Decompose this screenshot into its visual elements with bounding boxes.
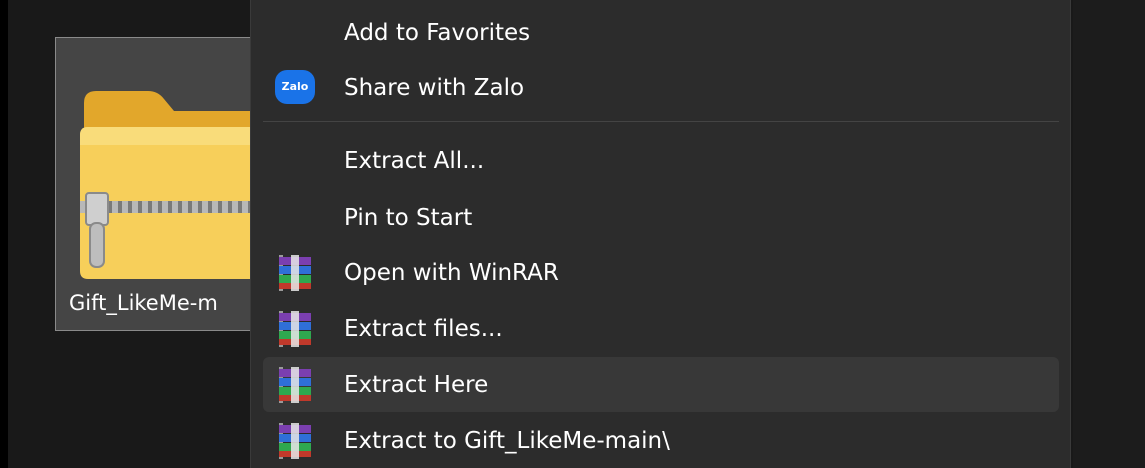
menu-item-label: Extract files...: [344, 315, 503, 342]
menu-item-label: Extract to Gift_LikeMe-main\: [344, 427, 670, 454]
menu-item-share-with-zalo[interactable]: Zalo Share with Zalo: [263, 60, 1059, 115]
menu-item-add-to-favorites[interactable]: Add to Favorites: [263, 5, 1059, 60]
winrar-icon: [275, 254, 315, 291]
menu-item-extract-all[interactable]: Extract All...: [263, 133, 1059, 188]
context-menu: Add to Favorites Zalo Share with Zalo Ex…: [250, 0, 1071, 468]
menu-item-label: Extract Here: [344, 371, 489, 398]
menu-item-label: Share with Zalo: [344, 74, 525, 101]
file-name-label: Gift_LikeMe-m: [69, 291, 218, 315]
menu-item-open-with-winrar[interactable]: Open with WinRAR: [263, 245, 1059, 300]
menu-item-extract-files[interactable]: Extract files...: [263, 301, 1059, 356]
menu-item-label: Pin to Start: [344, 204, 473, 231]
menu-item-label: Open with WinRAR: [344, 259, 559, 286]
zalo-icon: Zalo: [275, 69, 315, 106]
menu-item-pin-to-start[interactable]: Pin to Start: [263, 190, 1059, 245]
window-edge: [0, 0, 8, 468]
background-panel: [1073, 0, 1145, 468]
winrar-icon: [275, 422, 315, 459]
zip-folder-icon: [78, 73, 278, 287]
menu-item-label: Extract All...: [344, 147, 485, 174]
winrar-icon: [275, 366, 315, 403]
menu-item-label: Add to Favorites: [344, 19, 531, 46]
menu-separator: [263, 121, 1059, 122]
menu-item-extract-to-folder[interactable]: Extract to Gift_LikeMe-main\: [263, 413, 1059, 468]
menu-item-extract-here[interactable]: Extract Here: [263, 357, 1059, 412]
winrar-icon: [275, 310, 315, 347]
